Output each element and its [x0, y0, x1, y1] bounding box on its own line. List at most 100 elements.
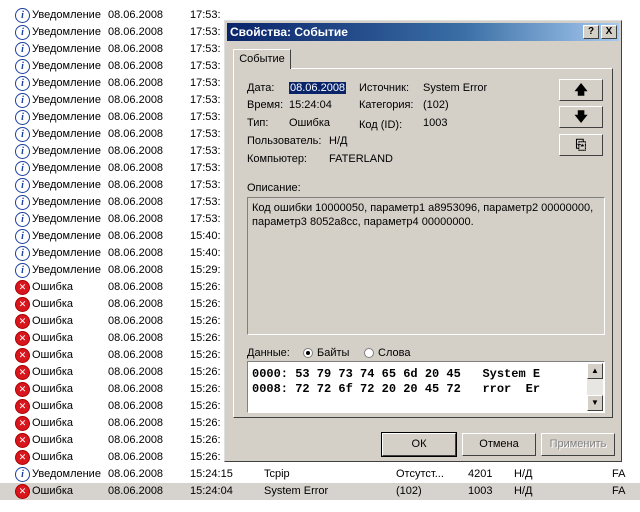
cell-type: Уведомление	[32, 9, 101, 21]
error-icon: ✕	[15, 484, 30, 499]
cell-type: Ошибка	[32, 349, 73, 361]
cell-date: 08.06.2008	[108, 94, 164, 106]
cell-date: 08.06.2008	[108, 162, 164, 174]
cell-type: Уведомление	[32, 77, 101, 89]
error-icon: ✕	[15, 331, 30, 346]
cell-date: 08.06.2008	[108, 315, 164, 327]
copy-button[interactable]: ⎘	[559, 134, 603, 156]
cell-date: 08.06.2008	[108, 400, 164, 412]
cell-evt: 1003	[468, 485, 493, 497]
date-value[interactable]: 08.06.2008	[289, 82, 347, 94]
category-label: Категория:	[359, 99, 414, 111]
error-icon: ✕	[15, 280, 30, 295]
event-properties-dialog: Свойства: Событие ? X Событие Дата: 08.0…	[224, 20, 622, 462]
scroll-down-button[interactable]: ▼	[587, 395, 603, 411]
help-button[interactable]: ?	[583, 25, 599, 39]
cell-type: Уведомление	[32, 179, 101, 191]
cell-date: 08.06.2008	[108, 247, 164, 259]
cell-date: 08.06.2008	[108, 77, 164, 89]
cell-type: Уведомление	[32, 94, 101, 106]
cell-type: Уведомление	[32, 128, 101, 140]
info-icon: i	[15, 229, 30, 244]
cancel-button[interactable]: Отмена	[462, 433, 536, 456]
previous-event-button[interactable]: 🡅	[559, 79, 603, 101]
cell-time: 15:24:04	[190, 485, 233, 497]
cell-type: Уведомление	[32, 26, 101, 38]
cell-date: 08.06.2008	[108, 434, 164, 446]
error-icon: ✕	[15, 314, 30, 329]
dialog-titlebar[interactable]: Свойства: Событие ? X	[227, 23, 619, 41]
source-label: Источник:	[359, 82, 410, 94]
dialog-title: Свойства: Событие	[230, 25, 348, 39]
cell-date: 08.06.2008	[108, 281, 164, 293]
cell-evt: 4201	[468, 468, 493, 480]
error-icon: ✕	[15, 348, 30, 363]
cell-type: Ошибка	[32, 417, 73, 429]
cell-type: Ошибка	[32, 485, 73, 497]
cell-date: 08.06.2008	[108, 230, 164, 242]
time-label: Время:	[247, 99, 284, 111]
apply-button[interactable]: Применить	[541, 433, 615, 456]
table-row[interactable]: i Уведомление 08.06.2008 15:24:15 Tcpip Отсут…	[0, 466, 640, 483]
cell-type: Ошибка	[32, 315, 73, 327]
cell-type: Уведомление	[32, 213, 101, 225]
error-icon: ✕	[15, 382, 30, 397]
cell-date: 08.06.2008	[108, 60, 164, 72]
cell-date: 08.06.2008	[108, 43, 164, 55]
cell-type: Уведомление	[32, 162, 101, 174]
cell-date: 08.06.2008	[108, 179, 164, 191]
cell-type: Ошибка	[32, 451, 73, 463]
error-icon: ✕	[15, 450, 30, 465]
category-value: (102)	[423, 99, 449, 111]
type-label: Тип:	[247, 117, 269, 129]
cell-time: 15:24:15	[190, 468, 233, 480]
info-icon: i	[15, 195, 30, 210]
info-icon: i	[15, 178, 30, 193]
user-value: Н/Д	[329, 135, 348, 147]
cell-comp: FA	[612, 485, 626, 497]
bytes-radio-label[interactable]: Байты	[317, 347, 349, 359]
data-scrollbar[interactable]: ▲ ▼	[587, 363, 603, 411]
cell-date: 08.06.2008	[108, 383, 164, 395]
info-icon: i	[15, 467, 30, 482]
cell-src: Tcpip	[264, 468, 290, 480]
bytes-radio[interactable]	[303, 348, 313, 358]
error-icon: ✕	[15, 433, 30, 448]
scroll-up-button[interactable]: ▲	[587, 363, 603, 379]
computer-value: FATERLAND	[329, 153, 393, 165]
cell-date: 08.06.2008	[108, 332, 164, 344]
words-radio[interactable]	[364, 348, 374, 358]
cell-type: Уведомление	[32, 196, 101, 208]
cell-type: Ошибка	[32, 400, 73, 412]
cell-date: 08.06.2008	[108, 264, 164, 276]
cell-type: Уведомление	[32, 468, 101, 480]
copy-icon: ⎘	[575, 137, 587, 152]
next-event-button[interactable]: 🡇	[559, 106, 603, 128]
event-id-label: Код (ID):	[359, 119, 403, 131]
info-icon: i	[15, 59, 30, 74]
date-label: Дата:	[247, 82, 275, 94]
info-icon: i	[15, 212, 30, 227]
words-radio-label[interactable]: Слова	[378, 347, 410, 359]
cell-type: Ошибка	[32, 298, 73, 310]
event-id-value: 1003	[423, 117, 448, 129]
cell-type: Уведомление	[32, 145, 101, 157]
data-hex-box[interactable]: 0000: 53 79 73 74 65 6d 20 45 System E 0…	[247, 361, 605, 413]
hex-line: 0000: 53 79 73 74 65 6d 20 45 System E	[252, 367, 541, 381]
table-row[interactable]: ✕ Ошибка 08.06.2008 15:24:04 System Error (10…	[0, 483, 640, 500]
cell-type: Уведомление	[32, 43, 101, 55]
cell-usr: Н/Д	[514, 485, 533, 497]
cell-cat: Отсутст...	[396, 468, 444, 480]
description-box[interactable]: Код ошибки 10000050, параметр1 a8953096,…	[247, 197, 605, 335]
cell-date: 08.06.2008	[108, 417, 164, 429]
cell-date: 08.06.2008	[108, 349, 164, 361]
info-icon: i	[15, 246, 30, 261]
type-value: Ошибка	[289, 117, 330, 129]
ok-button[interactable]: ОК	[381, 432, 457, 457]
cell-date: 08.06.2008	[108, 145, 164, 157]
error-icon: ✕	[15, 416, 30, 431]
cell-date: 08.06.2008	[108, 468, 164, 480]
error-icon: ✕	[15, 297, 30, 312]
close-button[interactable]: X	[601, 25, 617, 39]
tab-event[interactable]: Событие	[233, 49, 291, 69]
